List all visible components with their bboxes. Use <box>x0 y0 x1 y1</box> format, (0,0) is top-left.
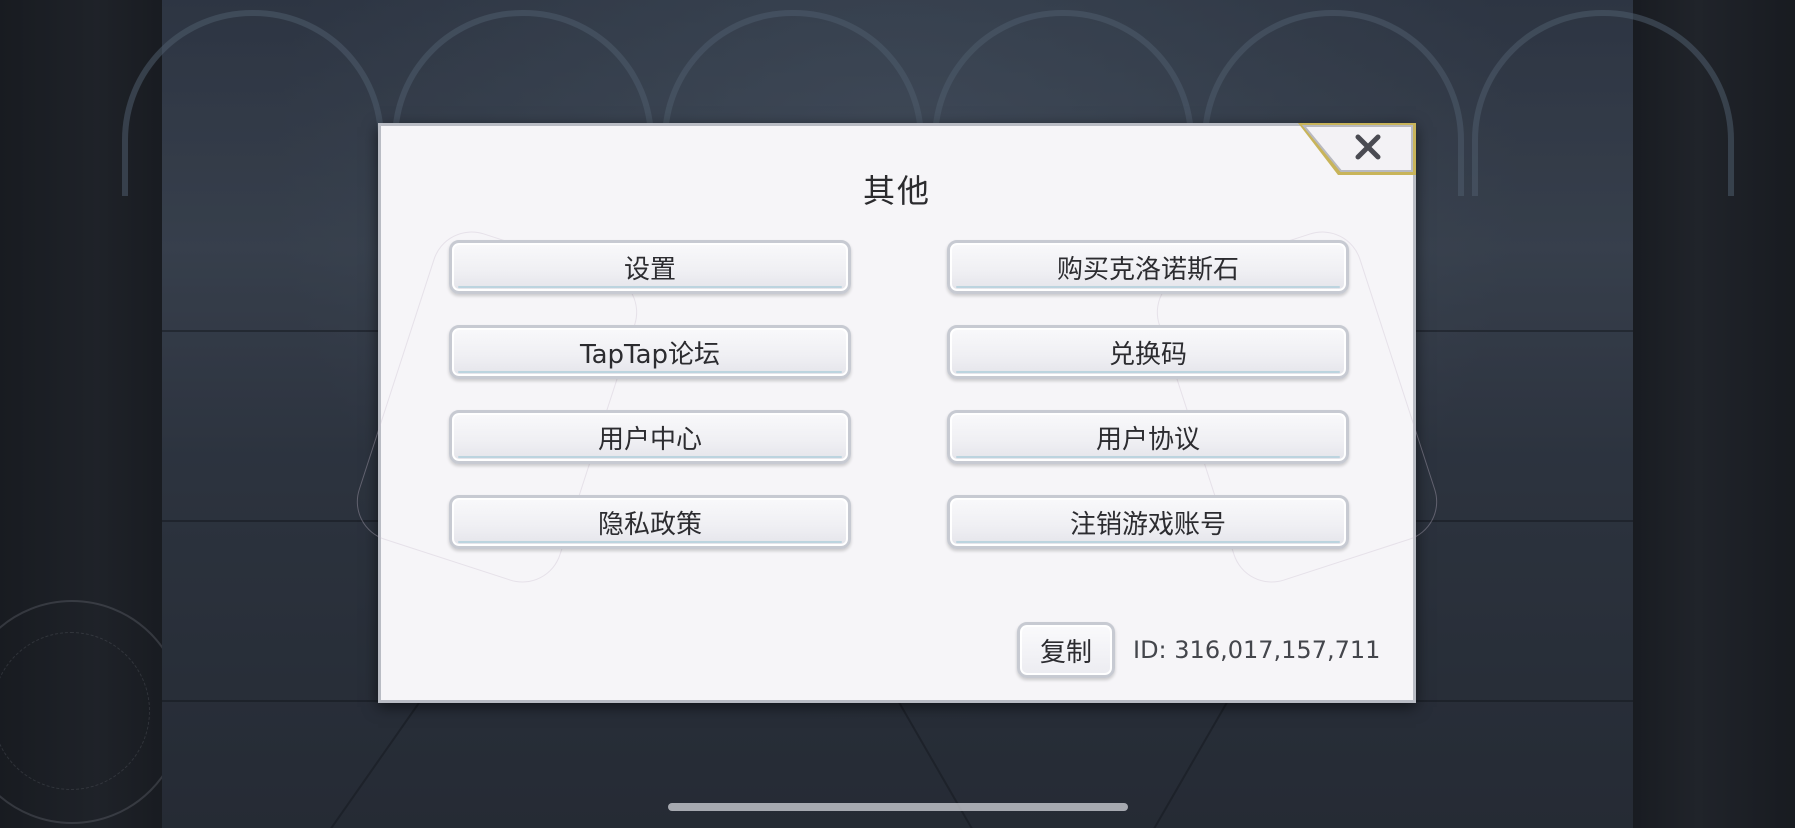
copy-id-button[interactable]: 复制 <box>1017 622 1115 678</box>
user-agreement-button[interactable]: 用户协议 <box>947 410 1349 464</box>
close-button[interactable] <box>1298 123 1416 175</box>
game-screen: 其他 设置 TapTap论坛 用户中心 隐私政策 购买克洛诺斯石 兑换码 用户协… <box>0 0 1795 828</box>
close-icon <box>1298 123 1416 175</box>
settings-button[interactable]: 设置 <box>449 240 851 294</box>
other-dialog: 其他 设置 TapTap论坛 用户中心 隐私政策 购买克洛诺斯石 兑换码 用户协… <box>346 123 1448 703</box>
delete-account-button[interactable]: 注销游戏账号 <box>947 495 1349 549</box>
home-indicator[interactable] <box>668 803 1128 811</box>
user-id-text: ID: 316,017,157,711 <box>1133 636 1381 664</box>
user-center-button[interactable]: 用户中心 <box>449 410 851 464</box>
taptap-forum-button[interactable]: TapTap论坛 <box>449 325 851 379</box>
buy-chronos-stone-button[interactable]: 购买克洛诺斯石 <box>947 240 1349 294</box>
privacy-policy-button[interactable]: 隐私政策 <box>449 495 851 549</box>
dialog-title: 其他 <box>862 172 931 210</box>
redeem-code-button[interactable]: 兑换码 <box>947 325 1349 379</box>
